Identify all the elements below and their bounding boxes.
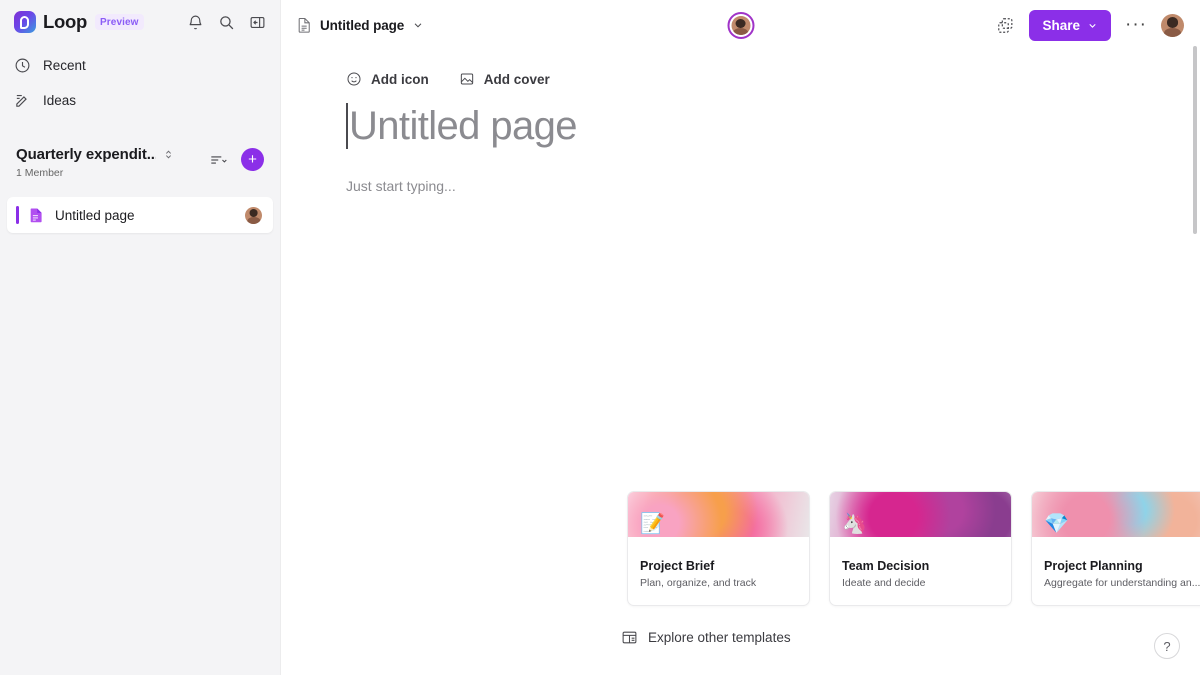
template-card-body: Project Planning Aggregate for understan… [1032,537,1200,589]
template-gallery: 📝 Project Brief Plan, organize, and trac… [627,491,1200,606]
add-page-button[interactable]: + [241,148,264,171]
presence-avatar[interactable] [727,11,754,39]
page-icon [29,207,44,223]
template-card-body: Team Decision Ideate and decide [830,537,1011,589]
gem-emoji: 💎 [1044,513,1069,535]
workspace-member-count: 1 Member [16,167,64,179]
sidebar-item-recent[interactable]: Recent [0,48,280,83]
page-title-row[interactable]: Untitled page [346,103,1200,149]
page-title: Untitled page [349,103,578,148]
workspace-actions: + [209,146,264,171]
workspace-name: Quarterly expendit... [16,146,156,163]
add-icon-button[interactable]: Add icon [346,69,429,89]
share-button[interactable]: Share [1029,9,1112,41]
image-icon [460,73,473,85]
page-canvas: Add icon Add cover Untitled page Just st… [281,69,1200,194]
loop-app-window: Loop Preview Recent Ideas Quarterly expe… [0,0,1200,675]
workspace-titles: Quarterly expendit... 1 Member [16,146,175,179]
templates-grid-icon [621,629,638,646]
document-title-chip[interactable]: Untitled page [297,17,424,33]
copy-link-icon[interactable] [996,16,1015,35]
template-card-subtitle: Ideate and decide [842,577,926,589]
sidebar-nav: Recent Ideas [0,44,280,118]
pencil-idea-icon [14,92,31,109]
document-topbar: Untitled page Share ··· [281,0,1200,50]
main-content: Untitled page Share ··· Add icon Add cov… [281,0,1200,675]
template-card-art: 🦄 [830,492,1011,537]
sidebar-header-actions [187,14,266,31]
brand-name: Loop [43,11,88,32]
explore-templates-button[interactable]: Explore other templates [621,629,791,646]
template-card-title: Team Decision [842,559,930,573]
avatar[interactable] [245,206,262,224]
template-card-subtitle: Plan, organize, and track [640,577,757,589]
sort-lines-icon[interactable] [209,152,229,168]
template-card-art: 💎 [1032,492,1200,537]
template-card[interactable]: 🦄 Team Decision Ideate and decide [829,491,1012,606]
sidebar-header: Loop Preview [0,0,280,44]
template-card-title: Project Brief [640,559,715,573]
page-meta-actions: Add icon Add cover [346,69,1200,89]
avatar [731,15,750,35]
add-cover-button[interactable]: Add cover [459,69,550,89]
smiley-icon [347,72,361,86]
workspace-page-list: Untitled page [0,197,280,233]
chevron-down-icon [1089,23,1096,28]
presence-area [727,11,754,39]
more-options-button[interactable]: ··· [1125,15,1147,34]
sidebar-item-ideas[interactable]: Ideas [0,83,280,118]
clock-icon [14,57,31,74]
vertical-scrollbar[interactable] [1193,46,1197,234]
add-cover-label: Add cover [483,71,550,87]
page-body-placeholder[interactable]: Just start typing... [346,178,1200,194]
unicorn-emoji: 🦄 [842,513,867,535]
template-card-subtitle: Aggregate for understanding an... [1044,577,1200,589]
sidebar-item-label: Ideas [43,93,77,108]
preview-badge: Preview [95,14,144,30]
add-icon-label: Add icon [371,71,429,87]
user-avatar[interactable] [1161,13,1184,37]
workspace-title-row[interactable]: Quarterly expendit... [16,146,175,163]
workspace-header: Quarterly expendit... 1 Member + [0,146,280,179]
template-card-title: Project Planning [1044,559,1143,573]
search-icon[interactable] [218,14,235,31]
chevron-down-icon[interactable] [412,19,424,31]
sidebar-item-label: Recent [43,58,86,73]
text-caret [346,103,348,149]
template-card-art: 📝 [628,492,809,537]
template-card-body: Project Brief Plan, organize, and track [628,537,809,589]
document-title: Untitled page [320,17,405,33]
collapse-panel-icon[interactable] [249,14,266,31]
template-card[interactable]: 💎 Project Planning Aggregate for underst… [1031,491,1200,606]
share-button-label: Share [1042,17,1081,33]
sidebar-page-untitled-page[interactable]: Untitled page [7,197,273,233]
topbar-actions: Share ··· [996,9,1184,41]
help-button[interactable]: ? [1154,633,1180,659]
memo-emoji: 📝 [640,513,665,535]
explore-templates-label: Explore other templates [648,630,791,645]
loop-logo-icon [14,11,36,33]
chevron-up-down-icon[interactable] [162,148,175,161]
sidebar: Loop Preview Recent Ideas Quarterly expe… [0,0,281,675]
sidebar-page-label: Untitled page [55,207,135,223]
notifications-bell-icon[interactable] [187,14,204,31]
template-card[interactable]: 📝 Project Brief Plan, organize, and trac… [627,491,810,606]
document-icon [297,17,312,33]
